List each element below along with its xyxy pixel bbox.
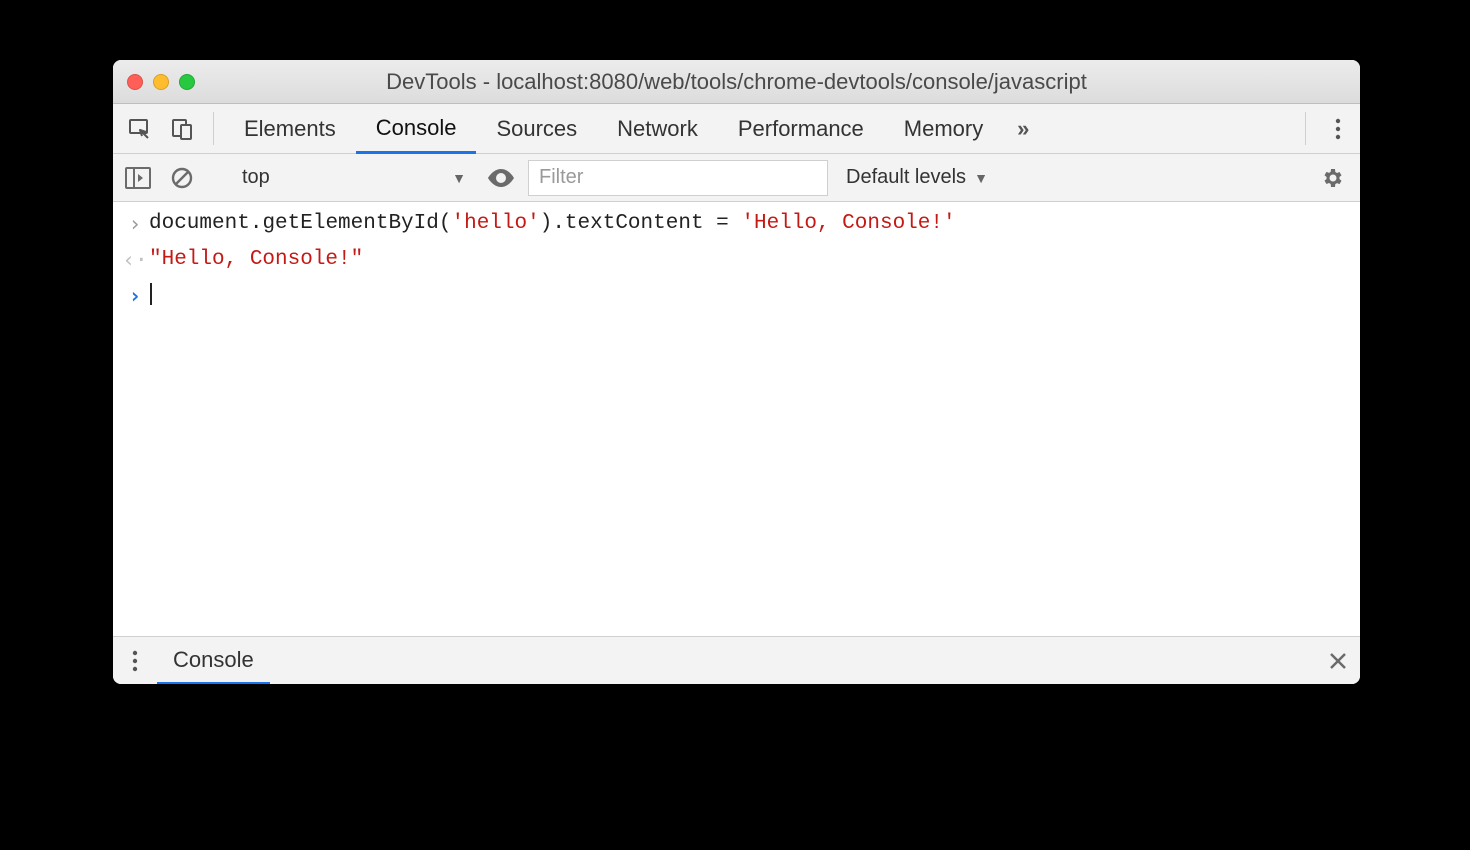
more-tabs-button[interactable]: » bbox=[1003, 104, 1043, 153]
console-result-value: "Hello, Console!" bbox=[149, 248, 363, 271]
filter-input[interactable] bbox=[528, 160, 828, 196]
main-tabs-bar: Elements Console Sources Network Perform… bbox=[113, 104, 1360, 154]
log-level-label: Default levels bbox=[846, 166, 966, 189]
active-prompt-icon: › bbox=[121, 279, 149, 313]
inspect-element-icon[interactable] bbox=[119, 104, 161, 153]
titlebar: DevTools - localhost:8080/web/tools/chro… bbox=[113, 60, 1360, 104]
tab-sources[interactable]: Sources bbox=[476, 104, 597, 153]
drawer: Console bbox=[113, 636, 1360, 684]
context-selector-value: top bbox=[242, 166, 270, 189]
live-expression-icon[interactable] bbox=[480, 168, 522, 188]
console-output[interactable]: › document.getElementById('hello').textC… bbox=[113, 202, 1360, 636]
chevron-down-icon: ▼ bbox=[452, 170, 466, 186]
tab-console[interactable]: Console bbox=[356, 104, 477, 154]
console-prompt-input[interactable] bbox=[149, 279, 152, 313]
text-cursor bbox=[150, 283, 152, 305]
console-input-code: document.getElementById('hello').textCon… bbox=[149, 207, 956, 241]
chevron-down-icon: ▼ bbox=[974, 170, 988, 186]
tab-network[interactable]: Network bbox=[597, 104, 718, 153]
window-title: DevTools - localhost:8080/web/tools/chro… bbox=[113, 69, 1360, 95]
close-drawer-button[interactable] bbox=[1316, 651, 1360, 671]
log-level-selector[interactable]: Default levels ▼ bbox=[834, 166, 1000, 189]
context-selector[interactable]: top ▼ bbox=[234, 160, 474, 196]
close-window-button[interactable] bbox=[127, 74, 143, 90]
toggle-console-sidebar-icon[interactable] bbox=[119, 159, 157, 197]
clear-console-icon[interactable] bbox=[163, 159, 201, 197]
console-settings-icon[interactable] bbox=[1310, 166, 1354, 190]
input-prompt-icon: › bbox=[121, 207, 149, 241]
tab-performance[interactable]: Performance bbox=[718, 104, 884, 153]
toggle-device-toolbar-icon[interactable] bbox=[161, 104, 203, 153]
divider bbox=[213, 112, 214, 145]
console-toolbar: top ▼ Default levels ▼ bbox=[113, 154, 1360, 202]
tab-elements[interactable]: Elements bbox=[224, 104, 356, 153]
zoom-window-button[interactable] bbox=[179, 74, 195, 90]
console-result-row: ‹· "Hello, Console!" bbox=[113, 242, 1360, 278]
divider bbox=[1305, 112, 1306, 145]
console-prompt-row[interactable]: › bbox=[113, 278, 1360, 314]
devtools-window: DevTools - localhost:8080/web/tools/chro… bbox=[113, 60, 1360, 684]
result-prompt-icon: ‹· bbox=[121, 243, 149, 277]
window-controls bbox=[127, 74, 195, 90]
drawer-tab-console[interactable]: Console bbox=[157, 638, 270, 685]
main-menu-button[interactable] bbox=[1316, 104, 1360, 153]
minimize-window-button[interactable] bbox=[153, 74, 169, 90]
console-input-row: › document.getElementById('hello').textC… bbox=[113, 206, 1360, 242]
drawer-menu-button[interactable] bbox=[113, 649, 157, 673]
tab-memory[interactable]: Memory bbox=[884, 104, 1003, 153]
